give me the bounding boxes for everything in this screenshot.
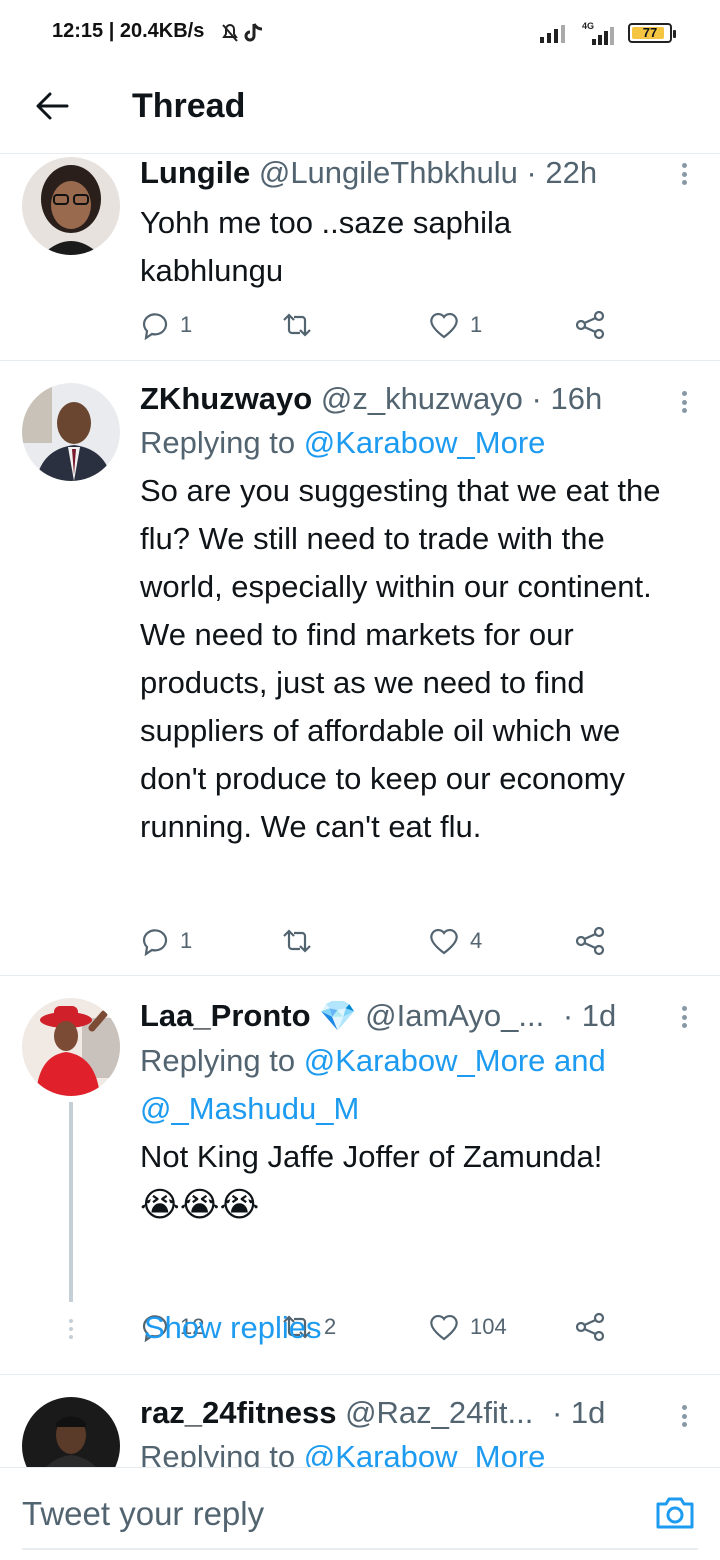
avatar[interactable] [22, 1397, 120, 1467]
tweet-laa-pronto[interactable]: Laa_Pronto 💎 @IamAyo_... · 1d Replying t… [0, 976, 720, 1375]
share-icon [575, 1312, 605, 1342]
tweet-text: Yohh me too ..saze saphila kabhlungu [140, 205, 512, 288]
camera-icon [656, 1497, 694, 1529]
tweet-header: ZKhuzwayo @z_khuzwayo · 16h [140, 381, 690, 417]
retweet-count: 2 [324, 1314, 337, 1339]
heart-icon [430, 312, 458, 339]
status-time: 12:15 | 20.4KB/s [52, 20, 205, 42]
like-count: 1 [470, 312, 483, 337]
top-app-bar: Thread [0, 66, 720, 154]
tweet-emoji: 😭😭😭 [140, 1186, 260, 1224]
arrow-left-icon [36, 92, 69, 120]
thread-feed[interactable]: Lungile @LungileThbkhulu · 22h Yohh me t… [0, 155, 720, 1467]
share-button[interactable] [574, 921, 606, 961]
avatar[interactable] [22, 383, 120, 481]
display-name[interactable]: ZKhuzwayo [140, 381, 312, 416]
camera-button[interactable] [654, 1492, 696, 1534]
timestamp: · 1d [562, 998, 617, 1033]
reply-button[interactable]: 1 [140, 921, 192, 961]
tweet-content: ZKhuzwayo @z_khuzwayo · 16h Replying to … [140, 381, 690, 851]
reply-count: 1 [180, 928, 193, 953]
battery-icon: 77 [628, 23, 676, 43]
display-name[interactable]: Lungile [140, 155, 250, 190]
thread-connector-line [69, 1102, 73, 1302]
like-button[interactable]: 1 [428, 305, 482, 345]
display-name[interactable]: raz_24fitness [140, 1395, 336, 1430]
reply-mention-link[interactable]: @Karabow_More [304, 425, 546, 460]
thread-connector-dots [69, 1319, 73, 1339]
status-bar: 12:15 | 20.4KB/s 4G 77 [0, 0, 720, 66]
retweet-button[interactable] [280, 921, 324, 961]
handle: @IamAyo_... [365, 998, 545, 1033]
share-button[interactable] [574, 305, 606, 345]
tweet-header: Lungile @LungileThbkhulu · 22h [140, 155, 690, 191]
like-count: 4 [470, 928, 483, 953]
tweet-actions: 1 1 [140, 305, 620, 345]
avatar[interactable] [22, 157, 120, 255]
page-title: Thread [132, 87, 246, 125]
signal-icon [540, 25, 565, 43]
tweet-text: So are you suggesting that we eat the fl… [140, 473, 661, 844]
reply-icon [142, 313, 168, 340]
replying-to: Replying to @Karabow_More [140, 425, 546, 460]
heart-icon [430, 1314, 458, 1341]
avatar[interactable] [22, 998, 120, 1096]
tweet-zkhuzwayo[interactable]: ZKhuzwayo @z_khuzwayo · 16h Replying to … [0, 361, 720, 976]
tweet-reply-input[interactable] [22, 1492, 622, 1536]
share-icon [575, 310, 605, 340]
notification-icons [222, 23, 263, 42]
retweet-icon [283, 929, 311, 953]
signal-4g-icon: 4G [582, 21, 614, 45]
tweet-content: Laa_Pronto 💎 @IamAyo_... · 1d Replying t… [140, 998, 690, 1229]
tweet-lungile[interactable]: Lungile @LungileThbkhulu · 22h Yohh me t… [0, 155, 720, 361]
display-name[interactable]: Laa_Pronto [140, 998, 311, 1033]
tweet-actions: 1 4 [140, 921, 620, 961]
handle-and-time: @LungileThbkhulu · 22h [258, 155, 598, 190]
svg-text:4G: 4G [582, 21, 594, 31]
replying-to: Replying to @Karabow_More [140, 1433, 690, 1467]
reply-count: 1 [180, 312, 193, 337]
handle-and-time: @z_khuzwayo · 16h [320, 381, 603, 416]
show-replies-link[interactable]: Show replies [144, 1310, 321, 1346]
verified-gem-badge: 💎 [319, 1000, 357, 1033]
tweet-header: raz_24fitness @Raz_24fit... · 1d [140, 1395, 690, 1431]
tweet-header: Laa_Pronto 💎 @IamAyo_... · 1d [140, 998, 690, 1035]
like-count: 104 [470, 1314, 507, 1339]
tweet-content: raz_24fitness @Raz_24fit... · 1d Replyin… [140, 1395, 690, 1467]
tweet-content: Lungile @LungileThbkhulu · 22h Yohh me t… [140, 155, 690, 295]
status-indicators: 4G 77 [538, 20, 676, 46]
like-button[interactable]: 104 [428, 1307, 507, 1347]
more-options-icon[interactable] [674, 1401, 694, 1431]
like-button[interactable]: 4 [428, 921, 482, 961]
share-button[interactable] [574, 1307, 606, 1347]
replying-to: Replying to @Karabow_More and @_Mashudu_… [140, 1043, 606, 1126]
more-options-icon[interactable] [674, 1002, 694, 1032]
heart-icon [430, 928, 458, 955]
reply-mention-link[interactable]: @Karabow_More [304, 1439, 546, 1467]
tweet-raz-24fitness[interactable]: raz_24fitness @Raz_24fit... · 1d Replyin… [0, 1375, 720, 1467]
reply-icon [142, 929, 168, 956]
retweet-button[interactable] [280, 305, 324, 345]
reply-button[interactable]: 1 [140, 305, 192, 345]
reply-composer [0, 1467, 720, 1560]
more-options-icon[interactable] [674, 387, 694, 417]
share-icon [575, 926, 605, 956]
reply-input-underline [22, 1548, 698, 1550]
timestamp: · 1d [551, 1395, 606, 1430]
more-options-icon[interactable] [674, 159, 694, 189]
tweet-text: Not King Jaffe Joffer of Zamunda! [140, 1139, 603, 1174]
handle: @Raz_24fit... [345, 1395, 534, 1430]
retweet-icon [283, 313, 311, 337]
back-button[interactable] [30, 84, 74, 128]
